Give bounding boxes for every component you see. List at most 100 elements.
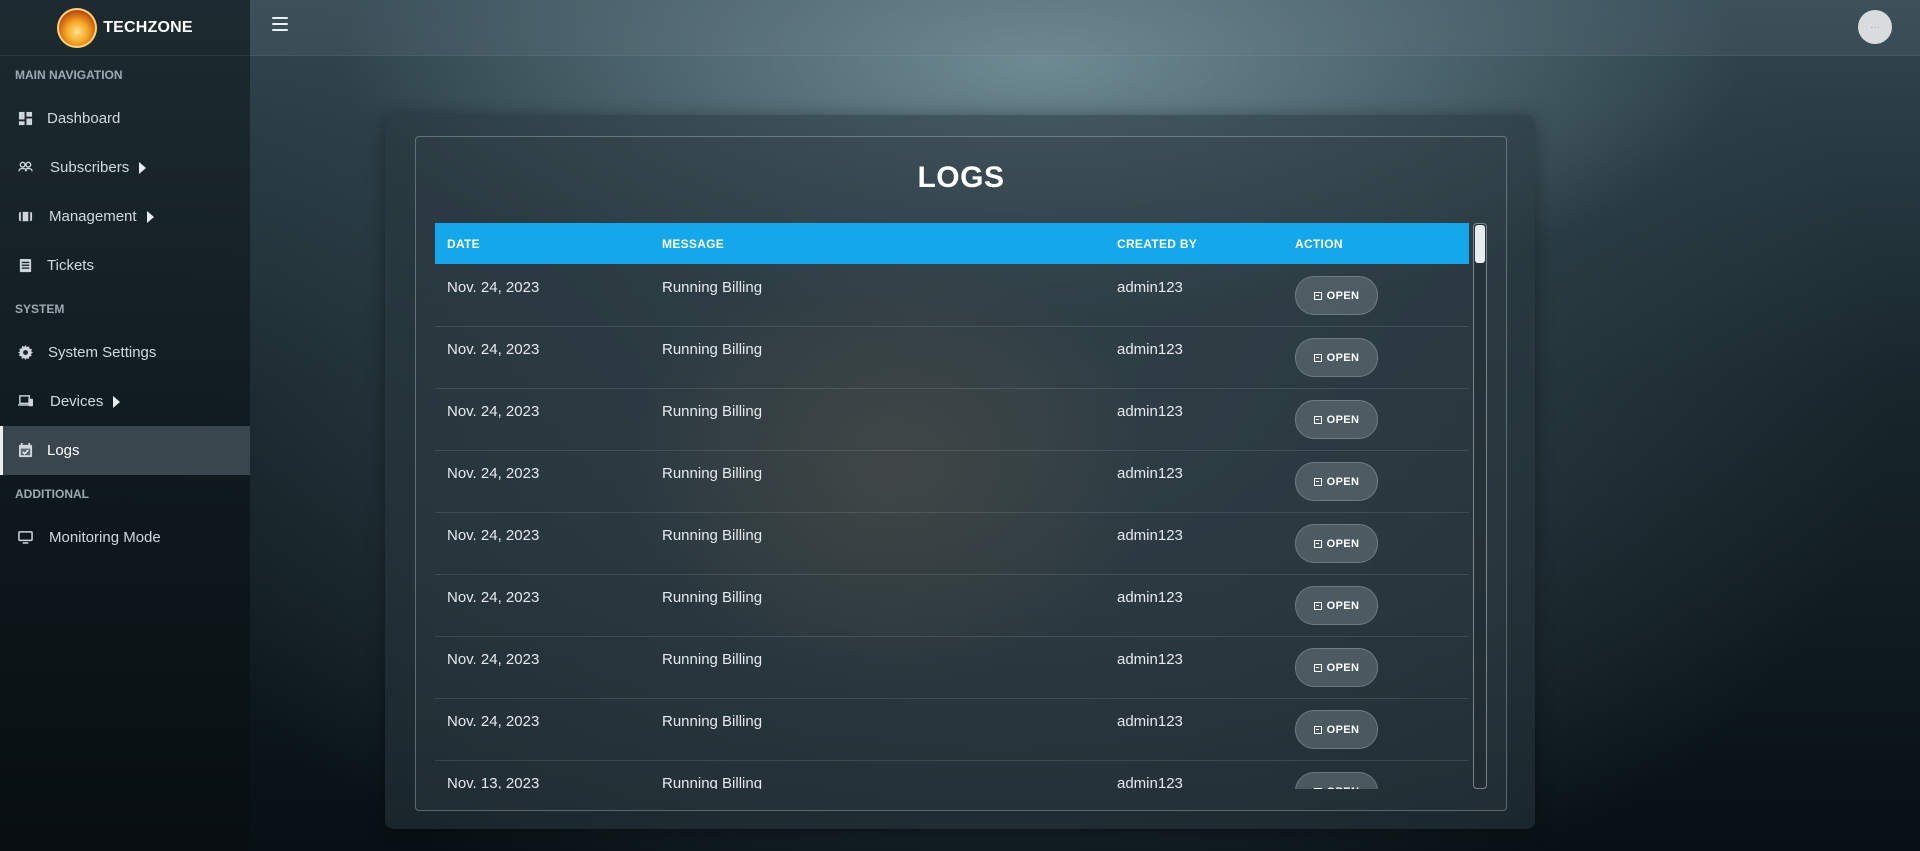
cell-date: Nov. 24, 2023	[447, 279, 540, 296]
sidebar-item-monitoring-mode[interactable]: Monitoring Mode	[0, 513, 250, 562]
table-row: Nov. 24, 2023 Running Billing admin123 OPEN	[435, 636, 1469, 699]
open-icon	[1313, 663, 1322, 672]
cell-message: Running Billing	[662, 775, 763, 789]
open-icon	[1313, 353, 1322, 362]
column-header-message[interactable]: MESSAGE	[662, 237, 724, 251]
table-scrollbar[interactable]	[1473, 223, 1487, 789]
open-icon	[1313, 539, 1322, 548]
open-button[interactable]: OPEN	[1295, 276, 1378, 315]
page-title: LOGS	[917, 161, 1005, 194]
sidebar-item-label: Subscribers	[50, 159, 130, 176]
sidebar-item-dashboard[interactable]: Dashboard	[0, 94, 250, 143]
sidebar-item-logs[interactable]: Logs	[0, 426, 250, 475]
open-button[interactable]: OPEN	[1295, 524, 1378, 563]
gear-icon	[17, 345, 33, 361]
film-icon	[17, 209, 33, 225]
sidebar: TECHZONE MAIN NAVIGATION Dashboard Subsc…	[0, 0, 250, 851]
users-icon	[17, 160, 33, 176]
cell-message: Running Billing	[662, 403, 763, 420]
caret-right-icon	[139, 161, 147, 174]
open-button-label: OPEN	[1326, 289, 1360, 302]
sidebar-item-label: Monitoring Mode	[49, 529, 161, 546]
table-row: Nov. 24, 2023 Running Billing admin123 OPEN	[435, 326, 1469, 389]
cell-date: Nov. 24, 2023	[447, 527, 540, 544]
column-header-date[interactable]: DATE	[447, 237, 480, 251]
table-row: Nov. 13, 2023 Running Billing admin123 OPEN	[435, 760, 1469, 789]
open-button[interactable]: OPEN	[1295, 648, 1378, 687]
table-header: DATE MESSAGE CREATED BY ACTION	[435, 223, 1469, 264]
open-button-label: OPEN	[1326, 599, 1360, 612]
sidebar-item-label: Management	[49, 208, 137, 225]
caret-right-icon	[146, 210, 154, 223]
sidebar-item-label: Logs	[47, 442, 80, 459]
column-header-created-by[interactable]: CREATED BY	[1117, 237, 1197, 251]
sidebar-item-label: System Settings	[48, 344, 157, 361]
open-icon	[1313, 291, 1322, 300]
caret-right-icon	[113, 395, 121, 408]
cell-message: Running Billing	[662, 651, 763, 668]
devices-icon	[17, 394, 33, 410]
sidebar-item-system-settings[interactable]: System Settings	[0, 328, 250, 377]
logs-table: DATE MESSAGE CREATED BY ACTION Nov. 24, …	[435, 223, 1487, 789]
avatar[interactable]: ···	[1858, 10, 1892, 44]
cell-date: Nov. 24, 2023	[447, 403, 540, 420]
cell-created-by: admin123	[1117, 279, 1183, 296]
cell-message: Running Billing	[662, 589, 763, 606]
cell-created-by: admin123	[1117, 651, 1183, 668]
cell-date: Nov. 24, 2023	[447, 341, 540, 358]
logs-panel: LOGS DATE MESSAGE CREATED BY ACTION Nov.…	[415, 136, 1507, 811]
nav-header-main: MAIN NAVIGATION	[15, 68, 123, 82]
table-row: Nov. 24, 2023 Running Billing admin123 OPEN	[435, 388, 1469, 451]
cell-created-by: admin123	[1117, 713, 1183, 730]
cell-created-by: admin123	[1117, 465, 1183, 482]
sidebar-item-label: Tickets	[47, 257, 94, 274]
cell-created-by: admin123	[1117, 589, 1183, 606]
cell-created-by: admin123	[1117, 775, 1183, 789]
open-button[interactable]: OPEN	[1295, 772, 1378, 789]
calendar-check-icon	[17, 443, 33, 459]
open-button-label: OPEN	[1326, 351, 1360, 364]
open-button[interactable]: OPEN	[1295, 462, 1378, 501]
nav-header-system: SYSTEM	[15, 302, 65, 316]
sidebar-item-subscribers[interactable]: Subscribers	[0, 143, 250, 192]
open-button[interactable]: OPEN	[1295, 586, 1378, 625]
open-button-label: OPEN	[1326, 537, 1360, 550]
table-row: Nov. 24, 2023 Running Billing admin123 OPEN	[435, 264, 1469, 327]
open-button[interactable]: OPEN	[1295, 400, 1378, 439]
menu-toggle-icon[interactable]	[272, 17, 288, 31]
brand-logo	[57, 7, 98, 48]
cell-message: Running Billing	[662, 341, 763, 358]
column-header-action: ACTION	[1295, 236, 1343, 251]
nav-header-additional: ADDITIONAL	[15, 487, 89, 501]
open-icon	[1313, 477, 1322, 486]
ticket-list-icon	[17, 258, 33, 274]
cell-date: Nov. 24, 2023	[447, 465, 540, 482]
brand-name: TECHZONE	[103, 18, 193, 36]
open-button-label: OPEN	[1326, 413, 1360, 426]
cell-message: Running Billing	[662, 527, 763, 544]
table-row: Nov. 24, 2023 Running Billing admin123 OPEN	[435, 512, 1469, 575]
cell-date: Nov. 13, 2023	[447, 775, 540, 789]
monitor-icon	[17, 530, 33, 546]
table-row: Nov. 24, 2023 Running Billing admin123 OPEN	[435, 698, 1469, 761]
cell-message: Running Billing	[662, 279, 763, 296]
cell-created-by: admin123	[1117, 341, 1183, 358]
table-row: Nov. 24, 2023 Running Billing admin123 OPEN	[435, 574, 1469, 637]
cell-message: Running Billing	[662, 713, 763, 730]
open-button-label: OPEN	[1327, 786, 1360, 790]
scrollbar-thumb[interactable]	[1475, 225, 1485, 263]
dashboard-icon	[17, 111, 33, 127]
sidebar-item-management[interactable]: Management	[0, 192, 250, 241]
cell-date: Nov. 24, 2023	[447, 589, 540, 606]
open-icon	[1313, 415, 1322, 424]
open-button[interactable]: OPEN	[1295, 710, 1378, 749]
open-icon	[1313, 787, 1322, 789]
brand[interactable]: TECHZONE	[0, 0, 250, 56]
open-icon	[1313, 601, 1322, 610]
open-button[interactable]: OPEN	[1295, 338, 1378, 377]
table-row: Nov. 24, 2023 Running Billing admin123 OPEN	[435, 450, 1469, 513]
sidebar-item-tickets[interactable]: Tickets	[0, 241, 250, 290]
sidebar-item-devices[interactable]: Devices	[0, 377, 250, 426]
open-icon	[1313, 725, 1322, 734]
cell-created-by: admin123	[1117, 527, 1183, 544]
